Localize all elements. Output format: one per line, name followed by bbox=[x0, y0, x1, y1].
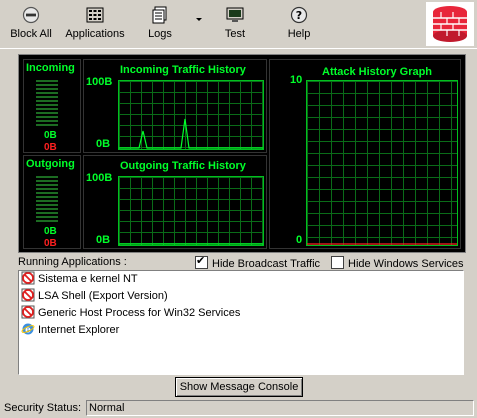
outgoing-axis-bottom: 0B bbox=[96, 234, 111, 246]
logs-button[interactable]: Logs bbox=[144, 4, 176, 44]
outgoing-traffic-history: Outgoing Traffic History 100B 0B bbox=[83, 155, 267, 249]
incoming-meter-title: Incoming bbox=[26, 62, 75, 74]
toolbar-divider bbox=[0, 48, 477, 49]
test-icon bbox=[226, 7, 244, 22]
running-applications-list[interactable]: Sistema e kernel NT LSA Shell (Export Ve… bbox=[18, 270, 464, 375]
incoming-level-bars bbox=[36, 80, 58, 128]
incoming-value-green: 0B bbox=[44, 130, 57, 141]
firewall-brick-icon bbox=[433, 6, 467, 42]
outgoing-value-green: 0B bbox=[44, 226, 57, 237]
outgoing-value-red: 0B bbox=[44, 238, 57, 249]
svg-text:?: ? bbox=[296, 9, 302, 22]
internet-explorer-icon: e bbox=[21, 323, 35, 336]
outgoing-history-line bbox=[119, 243, 263, 245]
outgoing-meter-title: Outgoing bbox=[26, 158, 75, 170]
attack-axis-bottom: 0 bbox=[296, 234, 303, 246]
attack-history-line bbox=[307, 243, 457, 245]
block-all-button[interactable]: Block All bbox=[6, 4, 56, 44]
applications-icon bbox=[86, 7, 104, 23]
incoming-meter: Incoming 0B 0B bbox=[23, 59, 81, 153]
app-name: LSA Shell (Export Version) bbox=[38, 290, 168, 302]
incoming-history-grid bbox=[118, 80, 264, 150]
hide-broadcast-label: Hide Broadcast Traffic bbox=[212, 258, 321, 270]
attack-history-graph: Attack History Graph 10 0 bbox=[269, 59, 461, 249]
incoming-history-line bbox=[119, 118, 263, 149]
test-button[interactable]: Test bbox=[220, 4, 250, 44]
incoming-history-title: Incoming Traffic History bbox=[120, 64, 246, 76]
outgoing-axis-top: 100B bbox=[86, 172, 113, 184]
hide-windows-services-checkbox[interactable]: Hide Windows Services bbox=[331, 256, 464, 270]
app-logo bbox=[426, 2, 474, 46]
logs-icon bbox=[152, 6, 167, 24]
list-item[interactable]: e Internet Explorer bbox=[19, 322, 463, 339]
applications-button[interactable]: Applications bbox=[62, 4, 128, 44]
hide-windows-services-checkbox-box[interactable] bbox=[331, 256, 344, 269]
outgoing-history-title: Outgoing Traffic History bbox=[120, 160, 246, 172]
logs-dropdown-arrow-icon[interactable] bbox=[196, 18, 202, 21]
blocked-icon bbox=[21, 305, 35, 319]
app-name: Sistema e kernel NT bbox=[38, 273, 138, 285]
help-icon: ? bbox=[290, 6, 308, 24]
list-item[interactable]: Sistema e kernel NT bbox=[19, 271, 463, 288]
blocked-icon bbox=[21, 288, 35, 302]
incoming-value-red: 0B bbox=[44, 142, 57, 153]
attack-history-grid bbox=[306, 80, 458, 246]
incoming-traffic-history: Incoming Traffic History 100B 0B bbox=[83, 59, 267, 153]
outgoing-history-grid bbox=[118, 176, 264, 246]
hide-broadcast-checkbox-box[interactable] bbox=[195, 254, 208, 269]
running-applications-label: Running Applications : bbox=[18, 256, 127, 268]
hide-broadcast-checkbox[interactable]: Hide Broadcast Traffic bbox=[195, 254, 321, 270]
traffic-monitor: Incoming 0B 0B Outgoing 0B 0B Incoming T… bbox=[18, 54, 466, 253]
blocked-icon bbox=[21, 271, 35, 285]
incoming-axis-top: 100B bbox=[86, 76, 113, 88]
outgoing-meter: Outgoing 0B 0B bbox=[23, 155, 81, 249]
hide-windows-services-label: Hide Windows Services bbox=[348, 258, 464, 270]
list-item[interactable]: LSA Shell (Export Version) bbox=[19, 288, 463, 305]
security-status-label: Security Status: bbox=[4, 402, 82, 414]
app-name: Generic Host Process for Win32 Services bbox=[38, 307, 241, 319]
incoming-axis-bottom: 0B bbox=[96, 138, 111, 150]
outgoing-level-bars bbox=[36, 176, 58, 224]
help-button[interactable]: ? Help bbox=[284, 4, 314, 44]
block-all-icon bbox=[22, 6, 40, 24]
status-bar: Security Status: Normal bbox=[0, 398, 477, 418]
attack-history-title: Attack History Graph bbox=[322, 66, 433, 78]
security-status-value: Normal bbox=[86, 400, 474, 416]
toolbar: Block All Applications Logs Test ? Help bbox=[0, 0, 477, 48]
app-name: Internet Explorer bbox=[38, 324, 120, 336]
list-item[interactable]: Generic Host Process for Win32 Services bbox=[19, 305, 463, 322]
show-message-console-button[interactable]: Show Message Console bbox=[175, 377, 303, 397]
attack-axis-top: 10 bbox=[290, 74, 303, 86]
